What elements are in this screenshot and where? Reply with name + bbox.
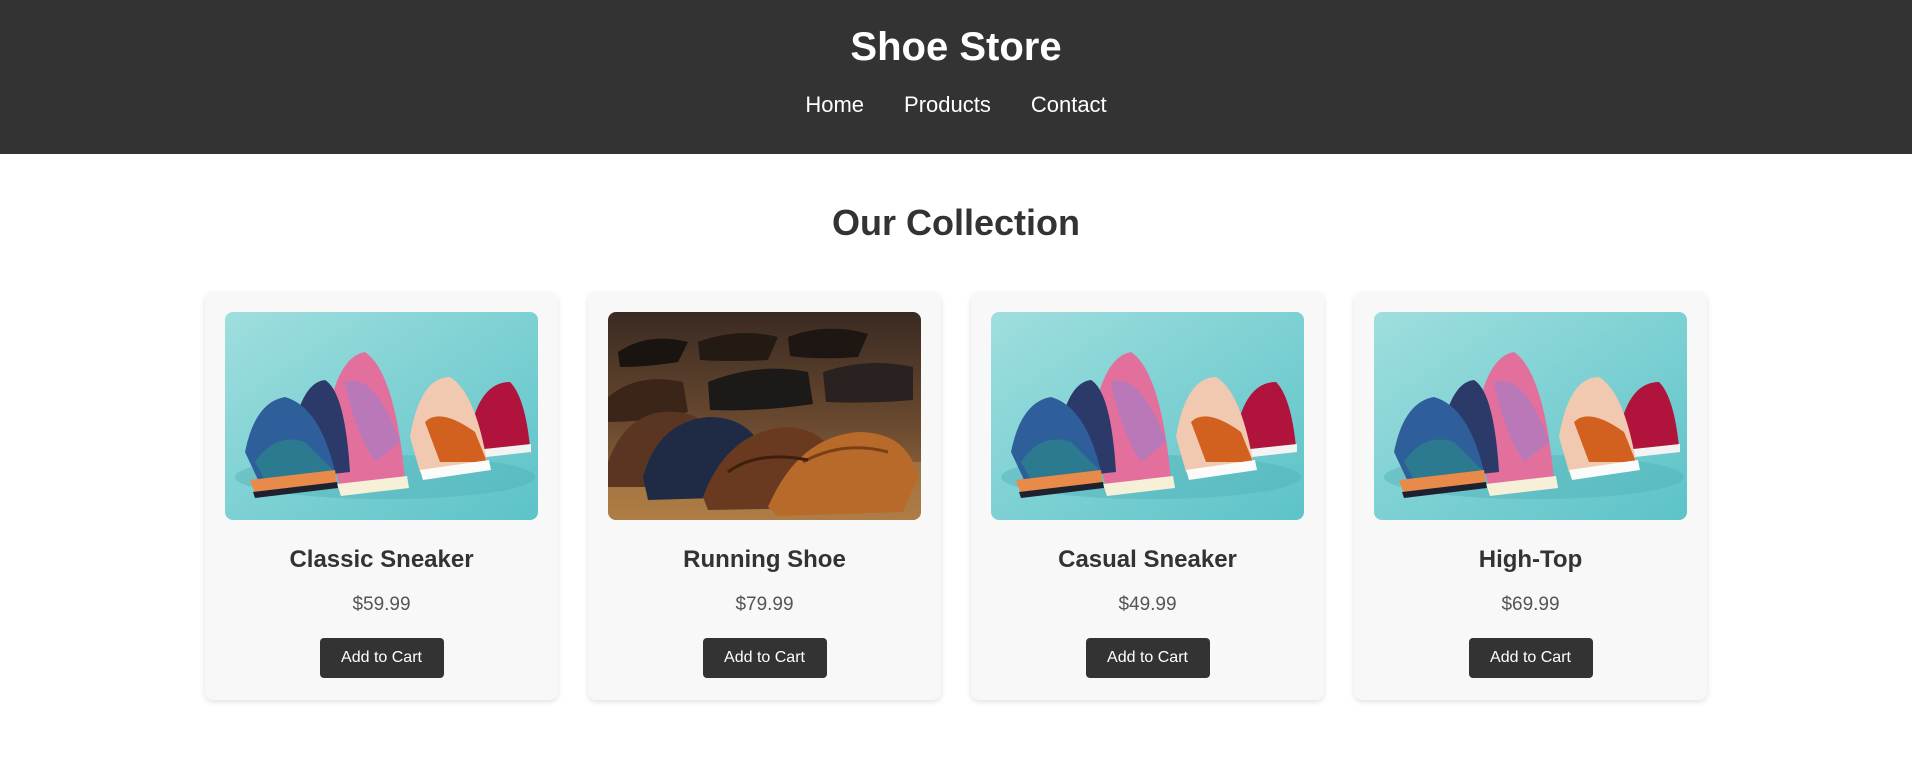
sneakers-photo [225,312,538,520]
sneakers-photo [991,312,1304,520]
product-image[interactable] [608,312,921,520]
product-card: Casual Sneaker $49.99 Add to Cart [971,292,1324,700]
section-title: Our Collection [831,202,1080,243]
product-image[interactable] [225,312,538,520]
product-image[interactable] [991,312,1304,520]
site-header: Shoe Store Home Products Contact [0,0,1912,154]
product-name: High-Top [1478,546,1583,573]
add-to-cart-button[interactable]: Add to Cart [1468,638,1593,678]
nav-home-link[interactable]: Home [805,92,864,118]
nav-products-link[interactable]: Products [904,92,991,118]
site-title: Shoe Store [850,25,1062,69]
nav-contact-link[interactable]: Contact [1031,92,1107,118]
leather-shoes-photo [608,312,921,520]
product-name: Casual Sneaker [1058,546,1237,573]
product-image[interactable] [1374,312,1687,520]
product-name: Classic Sneaker [289,546,474,573]
main-nav: Home Products Contact [0,92,1912,118]
add-to-cart-button[interactable]: Add to Cart [319,638,444,678]
sneakers-photo [1374,312,1687,520]
product-card: Classic Sneaker $59.99 Add to Cart [205,292,558,700]
product-price: $49.99 [1118,594,1177,615]
product-grid: Classic Sneaker $59.99 Add to Cart Runni… [0,292,1912,700]
product-card: Running Shoe $79.99 Add to Cart [588,292,941,700]
product-name: Running Shoe [683,546,846,573]
product-price: $79.99 [735,594,794,615]
add-to-cart-button[interactable]: Add to Cart [1085,638,1210,678]
product-price: $69.99 [1501,594,1560,615]
main-content: Our Collection Classic Sneaker $59.99 Ad… [0,202,1912,700]
product-price: $59.99 [352,594,411,615]
add-to-cart-button[interactable]: Add to Cart [702,638,827,678]
product-card: High-Top $69.99 Add to Cart [1354,292,1707,700]
